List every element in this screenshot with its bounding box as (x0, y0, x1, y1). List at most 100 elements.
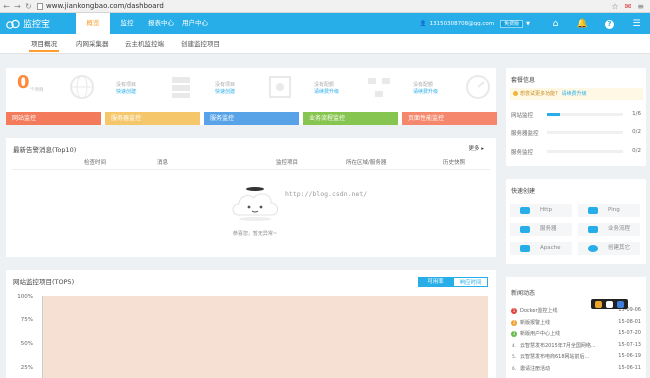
news-text[interactable]: 新版用户中心上线 (520, 330, 600, 337)
upgrade-link[interactable]: 请续费升级 (562, 91, 587, 97)
extension-icon[interactable]: ✉ (625, 2, 632, 11)
card-count: 0 (17, 72, 30, 93)
news-text[interactable]: 云智慧发布电商618网站前后... (520, 353, 600, 360)
quota-label: 网站监控 (511, 113, 534, 119)
tab-cloud-host[interactable]: 云主机监控端 (125, 34, 164, 54)
nav-user-center[interactable]: 用户中心 (178, 13, 212, 34)
news-text[interactable]: 邀请注册活动 (520, 365, 600, 372)
quota-row: 网站监控 1/6 (511, 111, 641, 119)
quick-apache-button[interactable]: Apache (510, 242, 572, 255)
more-link[interactable]: 更多 ▸ (468, 144, 484, 152)
tab-create-project[interactable]: 创建监控项目 (181, 34, 220, 54)
tab-project-overview[interactable]: 项目概况 (29, 34, 59, 54)
news-text[interactable]: 新版报警上线 (520, 319, 600, 326)
quota-fill (547, 113, 560, 116)
quick-workflow-button[interactable]: 业务流程 (578, 223, 640, 236)
help-icon[interactable]: ? (596, 19, 623, 29)
watermark: http://blog.csdn.net/ (285, 190, 368, 198)
tab-availability[interactable]: 可用率 (418, 277, 453, 287)
server-icon (172, 77, 190, 98)
stats-row: 0 个项目 网站监控 没有项目 快速创建 服务器监控 没有项目 快速创建 服务监… (6, 68, 497, 125)
card-link[interactable]: 快速创建 (215, 88, 235, 95)
quota-bar (547, 131, 623, 134)
http-icon (520, 207, 530, 214)
quick-other-button[interactable]: 创建其它 (578, 242, 640, 255)
nav-reports[interactable]: 报表中心 (144, 13, 178, 34)
tab-response-time[interactable]: 响应时间 (453, 277, 488, 287)
card-footer[interactable]: 页面性能监控 (402, 112, 497, 125)
empty-message: 恭喜您，暂无异常~ (232, 231, 278, 237)
news-date: 15-06-19 (618, 353, 641, 359)
tip-text: 想尝试更多功能? (520, 91, 558, 97)
toolbar-icon[interactable] (617, 300, 624, 308)
user-email[interactable]: 13150308708@qq.com (430, 21, 494, 27)
quota-row: 服务器监控 0/2 (511, 129, 641, 137)
alerts-table-header: 检查时间 消息 监控项目 所在区域/服务器 历史快照 (12, 158, 490, 170)
news-rank: 5. (512, 354, 516, 359)
card-website[interactable]: 0 个项目 网站监控 (6, 68, 101, 125)
news-item[interactable]: 2 新版报警上线 15-08-01 (511, 319, 641, 328)
news-rank: 6. (512, 365, 516, 371)
card-footer[interactable]: 服务器监控 (105, 112, 200, 125)
bell-icon[interactable]: 🔔 (569, 19, 596, 29)
news-item[interactable]: 3 新版用户中心上线 15-07-20 (511, 330, 641, 339)
quota-label: 服务监控 (511, 150, 534, 156)
top5-panel: 网站监控项目(TOP5) 可用率 响应时间 100% 75% 50% 25% (6, 270, 496, 378)
y-tick: 50% (20, 341, 33, 347)
card-server[interactable]: 没有项目 快速创建 服务器监控 (105, 68, 200, 125)
news-text[interactable]: 云智慧发布2015年7月全国网络... (520, 342, 600, 349)
toolbar-icon[interactable] (606, 300, 613, 308)
forward-icon[interactable]: → (13, 1, 22, 12)
news-item[interactable]: 6. 邀请注册活动 15-06-11 (511, 365, 641, 374)
news-rank: 2 (511, 319, 517, 326)
quick-label: 服务器 (540, 226, 557, 232)
card-workflow[interactable]: 没有配额 请续费升级 业务流程监控 (303, 68, 398, 125)
card-link[interactable]: 快速创建 (116, 88, 136, 95)
news-date: 15-08-01 (618, 318, 641, 325)
menu-icon[interactable]: ≡ (637, 2, 644, 11)
quota-bar (547, 113, 623, 116)
news-rank: 1 (511, 308, 517, 314)
workflow-icon (588, 226, 598, 233)
back-icon[interactable]: ← (2, 1, 11, 12)
address-bar[interactable]: www.jiankongbao.com/dashboard (37, 1, 592, 12)
logo[interactable]: 监控宝 (0, 17, 76, 30)
alerts-panel: 最新告警消息(Top10) 更多 ▸ 检查时间 消息 监控项目 所在区域/服务器… (6, 138, 496, 257)
toolbar-icon[interactable] (595, 300, 602, 308)
card-status: 没有配额 (314, 82, 335, 88)
nav-overview[interactable]: 概览 (76, 13, 110, 34)
card-service[interactable]: 没有项目 快速创建 服务监控 (204, 68, 299, 125)
plan-badge[interactable]: 免费版 (500, 19, 524, 28)
star-icon[interactable]: ☆ (611, 2, 618, 11)
plus-icon (588, 245, 598, 252)
quick-label: Ping (608, 207, 620, 213)
quick-http-button[interactable]: Http (510, 204, 572, 217)
floating-toolbar[interactable] (591, 299, 628, 309)
card-footer[interactable]: 业务流程监控 (303, 112, 398, 125)
quick-ping-button[interactable]: Ping (578, 204, 640, 217)
quick-create-panel: 快速创建 Http Ping 服务器 业务流程 Apache 创建其它 (506, 179, 646, 264)
top-nav: 监控宝 概览 监控 报表中心 用户中心 👤 13150308708@qq.com… (0, 13, 650, 34)
card-link[interactable]: 请续费升级 (314, 88, 339, 95)
package-panel: 套餐信息 想尝试更多功能? 请续费升级 网站监控 1/6 服务器监控 0/2 服务… (506, 68, 646, 166)
chevron-down-icon[interactable]: ▼ (526, 21, 530, 27)
service-icon (269, 76, 291, 98)
home-icon[interactable]: ⌂ (542, 19, 569, 29)
card-page-performance[interactable]: 没有配额 请续费升级 页面性能监控 (402, 68, 497, 125)
card-link[interactable]: 请续费升级 (413, 88, 438, 95)
gauge-icon (466, 75, 490, 99)
nav-monitor[interactable]: 监控 (110, 13, 144, 34)
news-item[interactable]: 4. 云智慧发布2015年7月全国网络... 15-07-13 (511, 342, 641, 351)
column-header: 历史快照 (443, 160, 466, 166)
list-menu-icon[interactable]: ☰ (623, 19, 650, 29)
quick-label: Http (540, 207, 552, 213)
news-item[interactable]: 5. 云智慧发布电商618网站前后... 15-06-19 (511, 353, 641, 362)
card-footer[interactable]: 网站监控 (6, 112, 101, 125)
reload-icon[interactable]: ↻ (24, 1, 33, 12)
address-url[interactable]: www.jiankongbao.com/dashboard (46, 2, 164, 10)
empty-state: 恭喜您，暂无异常~ (225, 185, 285, 237)
tab-intranet-collector[interactable]: 内网采集器 (76, 34, 109, 54)
card-footer[interactable]: 服务监控 (204, 112, 299, 125)
news-text[interactable]: Docker监控上线 (520, 307, 600, 314)
quick-server-button[interactable]: 服务器 (510, 223, 572, 236)
